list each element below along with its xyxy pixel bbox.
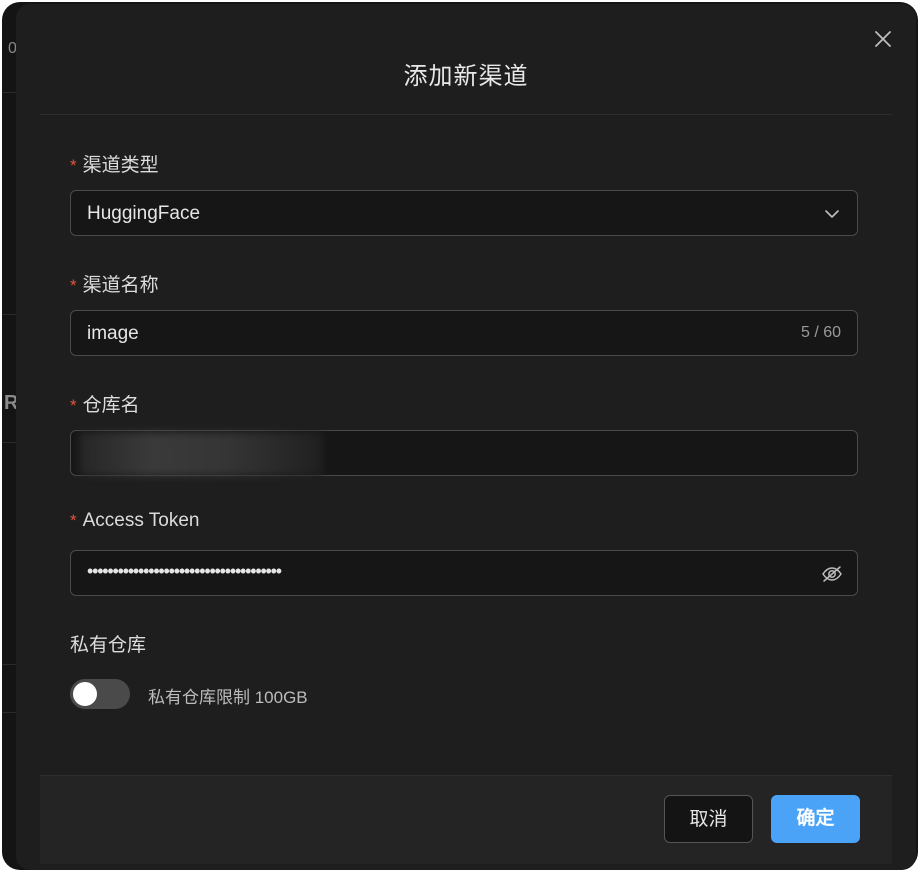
toggle-knob <box>73 682 97 706</box>
channel-name-input[interactable]: image 5 / 60 <box>70 310 858 356</box>
close-button[interactable] <box>872 28 894 50</box>
channel-name-value: image <box>87 323 139 344</box>
chevron-down-icon <box>825 210 839 218</box>
cancel-button[interactable]: 取消 <box>664 795 753 843</box>
screen: 0 R 添加新渠道 * 渠道类型 HuggingFace * 渠道名称 imag… <box>0 0 922 873</box>
private-repo-toggle[interactable] <box>70 679 130 709</box>
channel-type-label: * 渠道类型 <box>70 150 159 177</box>
channel-name-label-text: 渠道名称 <box>82 275 159 296</box>
eye-off-icon[interactable] <box>821 563 843 585</box>
access-token-label: * Access Token <box>70 510 200 532</box>
masked-token: •••••••••••••••••••••••••••••••••••••• <box>87 561 282 581</box>
add-channel-dialog: 添加新渠道 * 渠道类型 HuggingFace * 渠道名称 image 5 / … <box>16 4 916 870</box>
access-token-label-text: Access Token <box>82 510 200 531</box>
required-mark: * <box>70 511 77 530</box>
private-repo-hint: 私有仓库限制 100GB <box>148 688 308 707</box>
close-icon <box>875 31 891 47</box>
redacted-value <box>79 432 323 476</box>
char-counter: 5 / 60 <box>800 324 841 341</box>
header-divider <box>40 114 892 115</box>
repo-name-input[interactable] <box>70 430 858 476</box>
repo-name-label: * 仓库名 <box>70 390 140 417</box>
channel-type-value: HuggingFace <box>87 203 201 224</box>
confirm-button[interactable]: 确定 <box>771 795 860 843</box>
required-mark: * <box>70 276 77 295</box>
channel-name-label: * 渠道名称 <box>70 270 159 297</box>
access-token-input[interactable]: •••••••••••••••••••••••••••••••••••••• <box>70 550 858 596</box>
required-mark: * <box>70 396 77 415</box>
dialog-footer: 取消 确定 <box>40 775 892 864</box>
channel-type-label-text: 渠道类型 <box>82 155 159 176</box>
required-mark: * <box>70 156 77 175</box>
private-repo-label: 私有仓库 <box>70 635 147 656</box>
channel-type-select[interactable]: HuggingFace <box>70 190 858 236</box>
repo-name-label-text: 仓库名 <box>82 395 140 416</box>
dialog-title: 添加新渠道 <box>403 63 529 90</box>
